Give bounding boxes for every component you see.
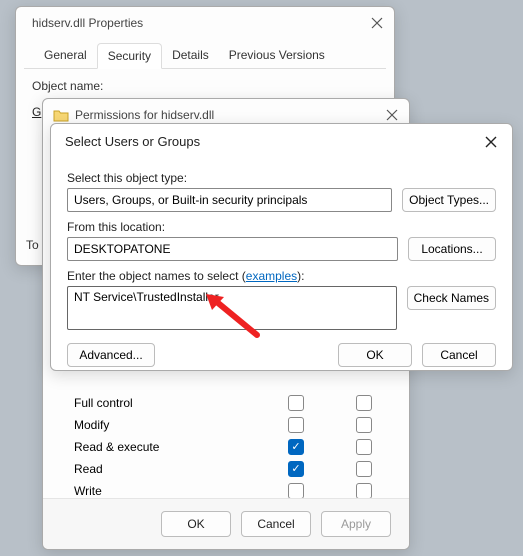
select-users-dialog: Select Users or Groups Select this objec… <box>50 123 513 371</box>
examples-link[interactable]: examples <box>246 269 297 283</box>
allow-checkbox[interactable] <box>288 461 304 477</box>
apply-button[interactable]: Apply <box>321 511 391 537</box>
permissions-title: Permissions for hidserv.dll <box>75 108 385 122</box>
tab-general[interactable]: General <box>34 43 97 68</box>
deny-checkbox[interactable] <box>356 461 372 477</box>
properties-close-icon[interactable] <box>370 16 384 30</box>
select-body: Select this object type: Object Types...… <box>51 155 512 381</box>
deny-checkbox[interactable] <box>356 439 372 455</box>
allow-checkbox[interactable] <box>288 417 304 433</box>
ok-button[interactable]: OK <box>338 343 412 367</box>
perm-row-full-control: Full control <box>74 392 398 414</box>
object-names-input[interactable] <box>67 286 397 330</box>
location-label: From this location: <box>67 220 496 234</box>
select-titlebar: Select Users or Groups <box>51 124 512 155</box>
permissions-close-icon[interactable] <box>385 108 399 122</box>
select-close-icon[interactable] <box>484 135 498 149</box>
perm-row-modify: Modify <box>74 414 398 436</box>
object-names-label: Enter the object names to select (exampl… <box>67 269 496 283</box>
tab-security[interactable]: Security <box>97 43 162 69</box>
perm-name: Modify <box>74 418 262 432</box>
perm-name: Write <box>74 484 262 498</box>
locations-button[interactable]: Locations... <box>408 237 496 261</box>
perm-name: Read <box>74 462 262 476</box>
ok-button[interactable]: OK <box>161 511 231 537</box>
properties-tabs: General Security Details Previous Versio… <box>24 43 386 69</box>
folder-icon <box>53 108 69 122</box>
perm-name: Read & execute <box>74 440 262 454</box>
check-names-button[interactable]: Check Names <box>407 286 496 310</box>
deny-checkbox[interactable] <box>356 395 372 411</box>
select-title: Select Users or Groups <box>65 134 484 149</box>
allow-checkbox[interactable] <box>288 395 304 411</box>
cancel-button[interactable]: Cancel <box>422 343 496 367</box>
properties-title: hidserv.dll Properties <box>32 16 370 30</box>
location-field <box>67 237 398 261</box>
tab-details[interactable]: Details <box>162 43 219 68</box>
object-name-value <box>109 79 378 93</box>
perm-name: Full control <box>74 396 262 410</box>
advanced-button[interactable]: Advanced... <box>67 343 155 367</box>
properties-titlebar: hidserv.dll Properties <box>16 7 394 39</box>
permissions-button-row: OK Cancel Apply <box>43 498 409 549</box>
deny-checkbox[interactable] <box>356 417 372 433</box>
allow-checkbox[interactable] <box>288 439 304 455</box>
object-types-button[interactable]: Object Types... <box>402 188 496 212</box>
permissions-table: Full control Modify Read & execute Read … <box>73 391 399 503</box>
truncated-to-label: To <box>26 238 39 252</box>
object-name-label: Object name: <box>32 79 103 93</box>
allow-checkbox[interactable] <box>288 483 304 499</box>
cancel-button[interactable]: Cancel <box>241 511 311 537</box>
perm-row-read-execute: Read & execute <box>74 436 398 458</box>
deny-checkbox[interactable] <box>356 483 372 499</box>
perm-row-read: Read <box>74 458 398 480</box>
object-type-label: Select this object type: <box>67 171 496 185</box>
tab-previous-versions[interactable]: Previous Versions <box>219 43 335 68</box>
object-type-field <box>67 188 392 212</box>
